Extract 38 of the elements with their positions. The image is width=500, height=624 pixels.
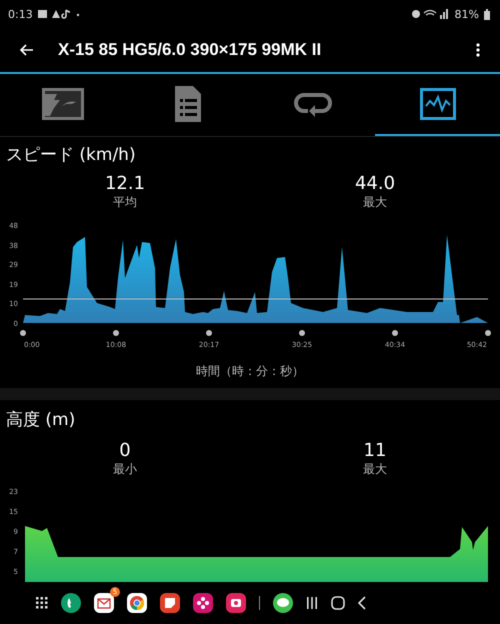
stat-label: 最大	[363, 194, 387, 211]
status-icons	[412, 9, 450, 19]
time-marker-icon	[299, 330, 305, 336]
notes-icon[interactable]	[160, 593, 180, 613]
stat-value: 12.1	[104, 173, 146, 194]
browser-icon[interactable]	[127, 593, 147, 613]
section-title: 高度 (m)	[5, 409, 76, 432]
phone-icon[interactable]	[61, 593, 81, 613]
stat-value: 0	[119, 440, 131, 461]
stat-value: 11	[364, 440, 386, 461]
battery-icon	[484, 8, 490, 20]
document-icon	[174, 85, 202, 123]
time-marker-icon	[206, 330, 212, 336]
stat-value: 44.0	[354, 173, 396, 194]
time-marker-icon	[392, 330, 398, 336]
notification-icons	[38, 9, 82, 19]
recents-icon[interactable]	[306, 597, 318, 609]
stat-label: 最大	[363, 461, 387, 478]
map-icon	[42, 88, 84, 120]
section-title: スピード (km/h)	[5, 144, 137, 167]
axis-title: 時間（時：分：秒）	[195, 363, 305, 380]
time-marker-icon	[20, 330, 26, 336]
time-marker-icon	[113, 330, 119, 336]
chart-icon	[420, 88, 456, 120]
time-marker-icon	[485, 330, 491, 336]
apps-icon[interactable]	[36, 597, 48, 609]
app-title: X-15 85 HG5/6.0 390×175 99MK II	[58, 40, 322, 60]
back-icon[interactable]	[358, 596, 366, 610]
flower-icon[interactable]	[193, 593, 213, 613]
camera-icon[interactable]	[226, 593, 246, 613]
battery-level: 81%	[454, 8, 479, 20]
stat-label: 平均	[113, 194, 137, 211]
status-time: 0:13	[8, 8, 33, 20]
chat-icon[interactable]	[273, 593, 293, 613]
mail-icon[interactable]	[94, 593, 114, 613]
stat-label: 最小	[113, 461, 137, 478]
home-icon[interactable]	[331, 596, 345, 610]
more-icon[interactable]	[476, 43, 480, 57]
